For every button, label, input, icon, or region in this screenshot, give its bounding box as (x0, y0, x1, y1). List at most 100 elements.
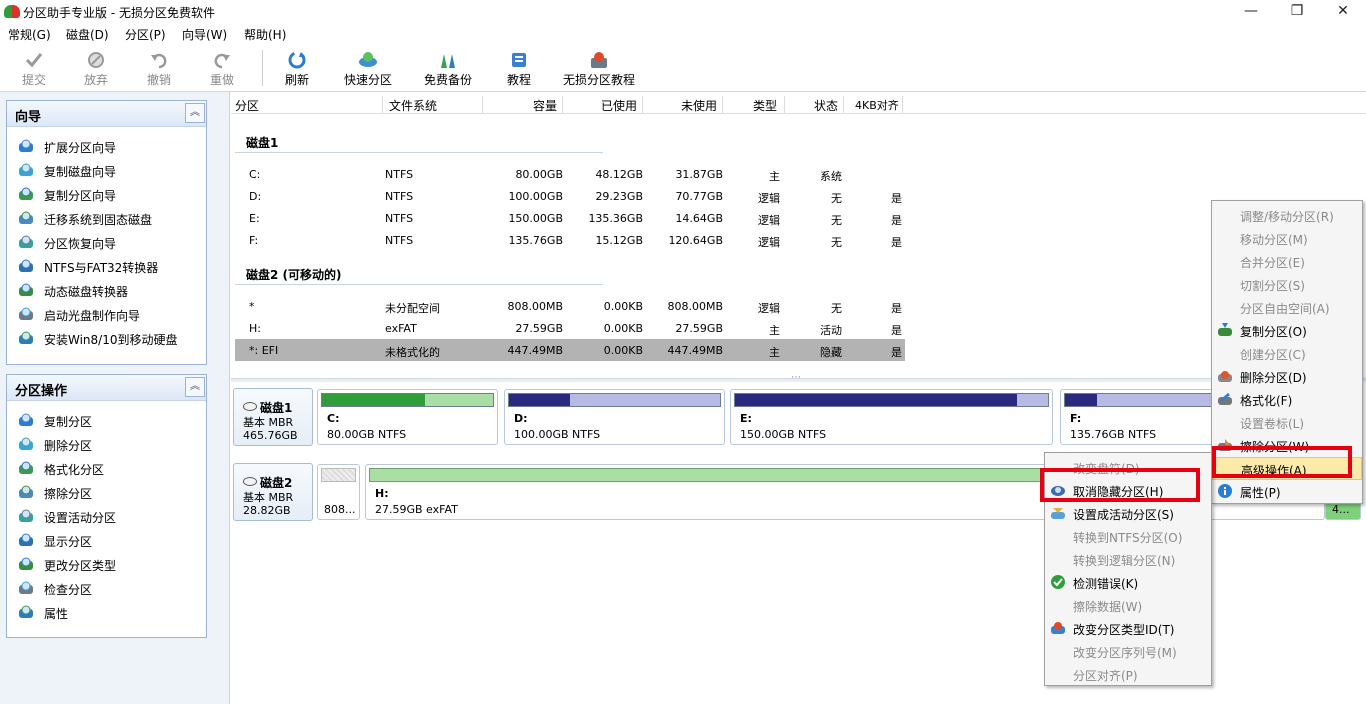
col-filesystem[interactable]: 文件系统 (389, 97, 437, 114)
usage-bar (321, 468, 356, 482)
redo-button[interactable]: 重做 (200, 48, 244, 90)
context-menu-item[interactable]: 属性(P) (1212, 480, 1362, 503)
ops-item[interactable]: 属性 (7, 601, 206, 625)
wizard-item-label: 扩展分区向导 (44, 141, 117, 155)
table-row[interactable]: D: NTFS 100.00GB 29.23GB 70.77GB 逻辑 无 是 (235, 185, 905, 207)
disk1-card[interactable]: 磁盘1 基本 MBR 465.76GB (233, 388, 313, 446)
ops-item[interactable]: 设置活动分区 (7, 505, 206, 529)
disk1-partition[interactable]: C: 80.00GB NTFS (317, 389, 498, 445)
col-used[interactable]: 已使用 (601, 97, 637, 114)
menu-wizard[interactable]: 向导(W) (182, 26, 227, 43)
wizard-item-icon (18, 138, 34, 154)
discard-button[interactable]: 放弃 (74, 48, 118, 90)
table-cell: 主 (769, 170, 780, 183)
col-unused[interactable]: 未使用 (681, 97, 717, 114)
context-menu-item[interactable]: 合并分区(E) (1212, 250, 1362, 273)
wizard-item[interactable]: 扩展分区向导 (7, 135, 206, 159)
context-menu-item[interactable]: 创建分区(C) (1212, 342, 1362, 365)
toolbar-separator (262, 50, 263, 86)
submenu-item[interactable]: 设置成活动分区(S) (1045, 502, 1211, 525)
submenu-item[interactable]: 改变分区类型ID(T) (1045, 617, 1211, 640)
context-menu-item[interactable]: 调整/移动分区(R) (1212, 204, 1362, 227)
ops-item[interactable]: 更改分区类型 (7, 553, 206, 577)
disk2-partition[interactable]: 808... (317, 464, 360, 520)
ops-item[interactable]: 擦除分区 (7, 481, 206, 505)
context-menu-item[interactable]: 切割分区(S) (1212, 273, 1362, 296)
wizard-item[interactable]: 复制磁盘向导 (7, 159, 206, 183)
col-partition[interactable]: 分区 (235, 97, 259, 114)
context-menu-item[interactable]: 设置卷标(L) (1212, 411, 1362, 434)
context-menu-item[interactable]: 删除分区(D) (1212, 365, 1362, 388)
submenu-item[interactable]: 检测错误(K) (1045, 571, 1211, 594)
partition-info: 27.59GB exFAT (375, 503, 458, 516)
refresh-label: 刷新 (284, 73, 309, 87)
menu-disk[interactable]: 磁盘(D) (66, 26, 109, 43)
close-button[interactable]: ✕ (1320, 0, 1366, 24)
menu-help[interactable]: 帮助(H) (244, 26, 286, 43)
col-capacity[interactable]: 容量 (533, 97, 557, 114)
tutorial-label: 教程 (506, 73, 531, 87)
format-icon (1217, 391, 1233, 407)
table-row[interactable]: H: exFAT 27.59GB 0.00KB 27.59GB 主 活动 是 (235, 317, 905, 339)
table-cell: NTFS (385, 212, 414, 225)
maximize-button[interactable]: ❐ (1274, 0, 1320, 24)
ops-collapse-button[interactable]: ︽ (185, 377, 205, 397)
ops-item-label: 格式化分区 (44, 463, 105, 477)
undo-button[interactable]: 撤销 (137, 48, 181, 90)
quick-partition-button[interactable]: 快速分区 (340, 48, 396, 90)
table-row[interactable]: F: NTFS 135.76GB 15.12GB 120.64GB 逻辑 无 是 (235, 229, 905, 251)
ops-item[interactable]: 复制分区 (7, 409, 206, 433)
col-type[interactable]: 类型 (753, 97, 777, 114)
partition-info: 808... (324, 503, 356, 516)
context-menu-item-label: 设置卷标(L) (1240, 417, 1305, 431)
lossless-tutorial-button[interactable]: 无损分区教程 (560, 48, 638, 90)
table-cell: 48.12GB (595, 168, 643, 181)
ops-item[interactable]: 删除分区 (7, 433, 206, 457)
partition-info: 135.76GB NTFS (1070, 428, 1157, 441)
partition-letter: H: (375, 487, 389, 500)
context-menu-item[interactable]: 复制分区(O) (1212, 319, 1362, 342)
table-row[interactable]: * 未分配空间 808.00MB 0.00KB 808.00MB 逻辑 无 是 (235, 295, 905, 317)
menu-partition[interactable]: 分区(P) (125, 26, 166, 43)
disk1-partition[interactable]: D: 100.00GB NTFS (504, 389, 725, 445)
table-row[interactable]: *: EFI 未格式化的 447.49MB 0.00KB 447.49MB 主 隐藏 是 (235, 339, 905, 361)
tutorial-button[interactable]: 教程 (503, 48, 535, 90)
wizard-item[interactable]: 迁移系统到固态磁盘 (7, 207, 206, 231)
wizard-item[interactable]: 动态磁盘转换器 (7, 279, 206, 303)
context-menu-item[interactable]: 格式化(F) (1212, 388, 1362, 411)
menu-general[interactable]: 常规(G) (8, 26, 51, 43)
minimize-button[interactable]: — (1228, 0, 1274, 24)
ops-item-label: 设置活动分区 (44, 511, 117, 525)
wizard-item[interactable]: NTFS与FAT32转换器 (7, 255, 206, 279)
wizard-item[interactable]: 安装Win8/10到移动硬盘 (7, 327, 206, 351)
wizard-item[interactable]: 复制分区向导 (7, 183, 206, 207)
disk1-partition[interactable]: E: 150.00GB NTFS (730, 389, 1053, 445)
table-cell: 31.87GB (675, 168, 723, 181)
col-status[interactable]: 状态 (814, 97, 838, 114)
disk2-type: 基本 MBR (243, 491, 294, 504)
ops-item-icon (18, 604, 34, 620)
submenu-item[interactable]: 改变分区序列号(M) (1045, 640, 1211, 663)
ops-item[interactable]: 格式化分区 (7, 457, 206, 481)
context-menu-item[interactable]: 分区自由空间(A) (1212, 296, 1362, 319)
ops-item[interactable]: 显示分区 (7, 529, 206, 553)
wizard-item[interactable]: 分区恢复向导 (7, 231, 206, 255)
ops-item[interactable]: 检查分区 (7, 577, 206, 601)
col-4kb-align[interactable]: 4KB对齐 (855, 97, 899, 113)
context-menu-item-label: 移动分区(M) (1240, 233, 1308, 247)
submenu-item[interactable]: 转换到逻辑分区(N) (1045, 548, 1211, 571)
submit-button[interactable]: 提交 (12, 48, 56, 90)
disk2-card[interactable]: 磁盘2 基本 MBR 28.82GB (233, 463, 313, 521)
context-menu-item-label: 格式化(F) (1240, 394, 1293, 408)
refresh-button[interactable]: 刷新 (276, 48, 318, 90)
table-row[interactable]: C: NTFS 80.00GB 48.12GB 31.87GB 主 系统 (235, 163, 905, 185)
context-menu-item[interactable]: 移动分区(M) (1212, 227, 1362, 250)
submenu-item[interactable]: 转换到NTFS分区(O) (1045, 525, 1211, 548)
submenu-item[interactable]: 擦除数据(W) (1045, 594, 1211, 617)
wizard-collapse-button[interactable]: ︽ (185, 103, 205, 123)
table-cell: 70.77GB (675, 190, 723, 203)
submenu-item[interactable]: 分区对齐(P) (1045, 663, 1211, 686)
table-row[interactable]: E: NTFS 150.00GB 135.36GB 14.64GB 逻辑 无 是 (235, 207, 905, 229)
wizard-item[interactable]: 启动光盘制作向导 (7, 303, 206, 327)
free-backup-button[interactable]: 免费备份 (420, 48, 476, 90)
